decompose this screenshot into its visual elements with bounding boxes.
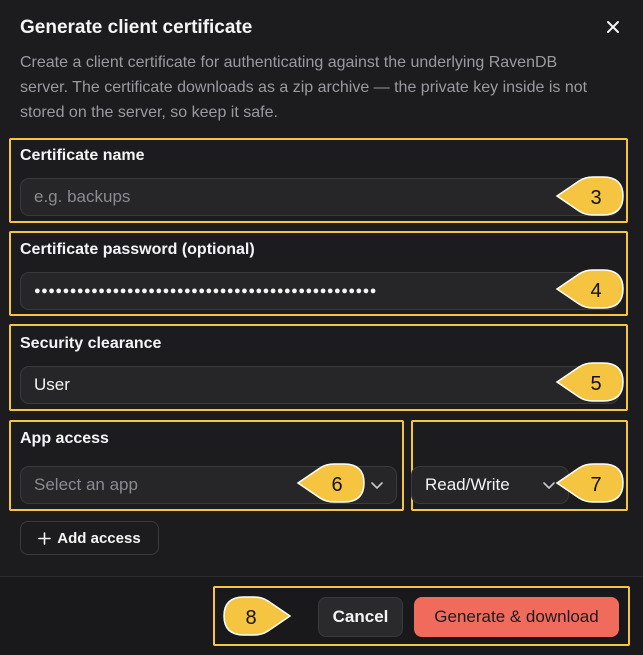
chevron-down-icon [543, 482, 555, 489]
chevron-down-icon [371, 482, 383, 489]
add-access-label: Add access [57, 529, 141, 547]
annotation-badge-8: 8 [223, 596, 292, 636]
annotation-badge-3: 3 [555, 176, 624, 216]
certificate-name-input[interactable] [34, 187, 618, 207]
close-icon [607, 21, 619, 33]
certificate-password-label: Certificate password (optional) [20, 241, 255, 258]
security-clearance-value: User [34, 375, 70, 394]
generate-download-button[interactable]: Generate & download [414, 597, 619, 637]
plus-icon [38, 531, 52, 545]
close-button[interactable] [600, 14, 626, 40]
svg-text:6: 6 [331, 474, 342, 496]
dialog-description: Create a client certificate for authenti… [20, 54, 588, 121]
security-clearance-select[interactable]: User [20, 366, 619, 404]
svg-text:3: 3 [590, 187, 601, 209]
certificate-name-field[interactable] [20, 178, 619, 216]
annotation-badge-5: 5 [555, 362, 624, 402]
certificate-password-field[interactable]: ●●●●●●●●●●●●●●●●●●●●●●●●●●●●●●●●●●●●●●●●… [20, 272, 619, 310]
add-access-button[interactable]: Add access [20, 521, 159, 555]
dialog-title: Generate client certificate [20, 17, 253, 38]
svg-text:7: 7 [590, 474, 601, 496]
app-select-placeholder: Select an app [34, 475, 138, 494]
permission-value: Read/Write [425, 475, 510, 494]
svg-text:4: 4 [590, 280, 601, 302]
certificate-password-value: ●●●●●●●●●●●●●●●●●●●●●●●●●●●●●●●●●●●●●●●●… [34, 285, 377, 297]
cancel-button[interactable]: Cancel [318, 597, 403, 637]
app-access-label: App access [20, 430, 109, 447]
security-clearance-label: Security clearance [20, 335, 162, 352]
certificate-dialog: Generate client certificate Create a cli… [0, 0, 643, 655]
certificate-name-label: Certificate name [20, 147, 145, 164]
annotation-badge-7: 7 [555, 463, 624, 503]
permission-select[interactable]: Read/Write [411, 466, 569, 504]
annotation-badge-4: 4 [555, 269, 624, 309]
svg-text:8: 8 [245, 607, 256, 629]
annotation-badge-6: 6 [296, 463, 365, 503]
svg-text:5: 5 [590, 373, 601, 395]
